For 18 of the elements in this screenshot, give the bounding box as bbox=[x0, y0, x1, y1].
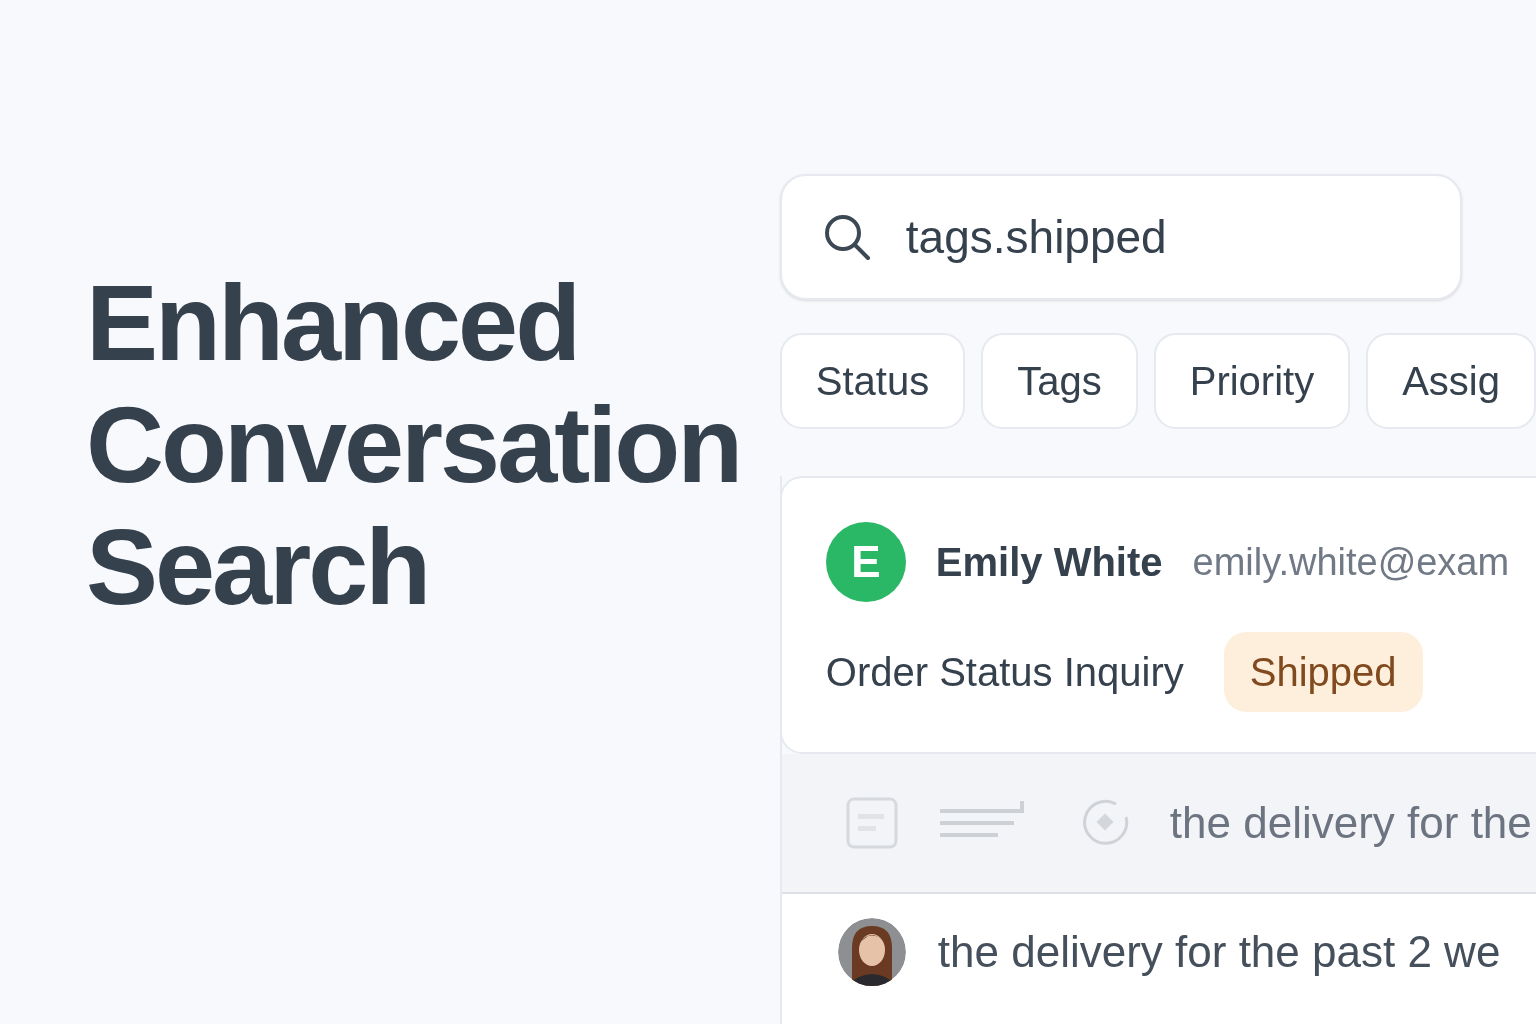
headline: Search bbox=[86, 506, 430, 628]
headline: Conversation bbox=[86, 384, 742, 506]
document-icon bbox=[845, 797, 898, 849]
search-field[interactable]: tags.shipped bbox=[779, 174, 1462, 300]
filter-chip[interactable]: Priority bbox=[1153, 333, 1351, 429]
filter-chip[interactable]: Tags bbox=[981, 333, 1138, 429]
conversation-card[interactable]: E Emily White emily.white@exam Order Status Inquiry Shipped bbox=[779, 476, 1536, 754]
contact-email: emily.white@exam bbox=[1192, 539, 1510, 585]
contact-name: Emily White bbox=[935, 539, 1163, 586]
conversation-subject: Order Status Inquiry bbox=[825, 649, 1184, 696]
filter-chip[interactable]: Assig bbox=[1366, 333, 1536, 429]
avatar: E bbox=[825, 522, 906, 602]
filter-chip[interactable]: Status bbox=[779, 333, 966, 429]
status-tag: Shipped bbox=[1223, 632, 1423, 712]
message-text: the delivery for the past 2 we bbox=[937, 926, 1501, 978]
headline: Enhanced bbox=[86, 262, 580, 384]
circle-icon bbox=[1081, 799, 1130, 847]
message-preview: the delivery for the bbox=[1169, 797, 1532, 849]
